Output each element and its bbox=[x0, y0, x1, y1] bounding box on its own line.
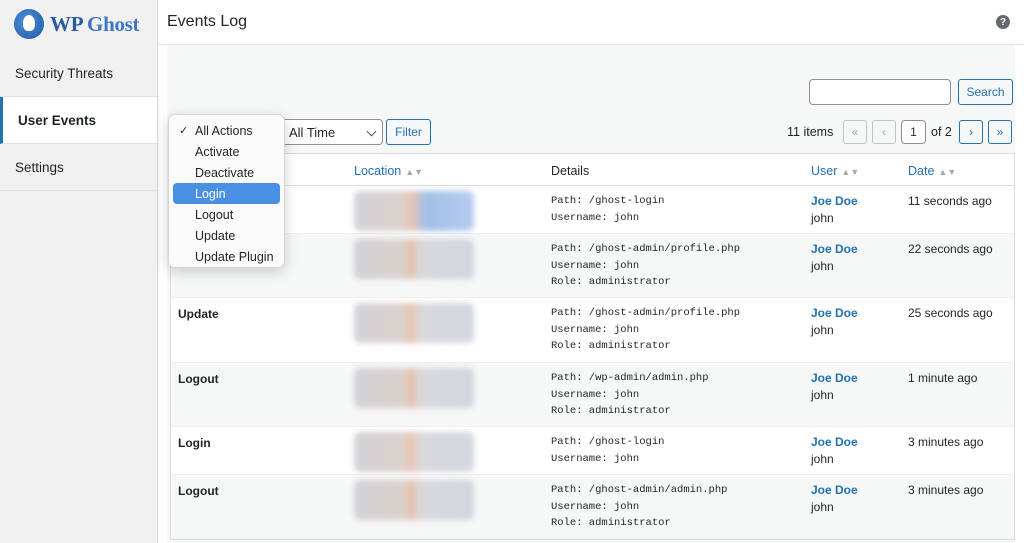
sidebar-item-settings[interactable]: Settings bbox=[0, 144, 157, 191]
sidebar-item-security-threats[interactable]: Security Threats bbox=[0, 50, 157, 97]
total-pages: of 2 bbox=[931, 125, 952, 139]
user-login: john bbox=[811, 258, 834, 273]
page-header: Events Log bbox=[159, 0, 1024, 45]
first-page-button[interactable]: « bbox=[843, 120, 867, 144]
event-date: 11 seconds ago bbox=[908, 194, 992, 208]
sidebar-item-label: Security Threats bbox=[15, 65, 114, 81]
event-date: 3 minutes ago bbox=[908, 435, 984, 449]
location-map-blurred bbox=[354, 432, 474, 472]
logo[interactable]: WP Ghost bbox=[0, 0, 157, 48]
event-date: 25 seconds ago bbox=[908, 306, 993, 320]
user-link[interactable]: Joe Doe bbox=[811, 193, 858, 210]
sidebar: WP Ghost Security Threats User Events Se… bbox=[0, 0, 158, 543]
user-link[interactable]: Joe Doe bbox=[811, 482, 858, 499]
column-header-location[interactable]: Location ▲▼ bbox=[354, 164, 423, 178]
checkmark-icon: ✓ bbox=[179, 125, 189, 137]
event-details: Path: /wp-admin/admin.php Username: john… bbox=[551, 372, 709, 417]
event-action: Logout bbox=[178, 484, 219, 498]
sort-icon: ▲▼ bbox=[841, 167, 860, 177]
sidebar-item-user-events[interactable]: User Events bbox=[0, 97, 157, 144]
help-icon[interactable]: ? bbox=[996, 15, 1010, 29]
events-table: Location ▲▼ Details User ▲▼ Date ▲▼ Path: /… bbox=[170, 153, 1015, 540]
event-date: 22 seconds ago bbox=[908, 242, 993, 256]
dropdown-option-login[interactable]: Login bbox=[173, 183, 280, 204]
event-date: 1 minute ago bbox=[908, 371, 978, 385]
ghost-logo-icon bbox=[14, 9, 44, 39]
location-map-blurred bbox=[354, 480, 474, 520]
last-page-button[interactable]: » bbox=[988, 120, 1012, 144]
event-details: Path: /ghost-admin/profile.php Username:… bbox=[551, 307, 741, 352]
items-count: 11 items bbox=[787, 125, 834, 139]
dropdown-option-logout[interactable]: Logout bbox=[173, 204, 280, 225]
location-map-blurred bbox=[354, 191, 474, 231]
filter-button[interactable]: Filter bbox=[386, 119, 431, 145]
user-link[interactable]: Joe Doe bbox=[811, 370, 858, 387]
search-button[interactable]: Search bbox=[958, 79, 1013, 105]
event-user: Joe Doe john bbox=[811, 482, 858, 515]
logo-ghost: Ghost bbox=[87, 11, 140, 36]
user-link[interactable]: Joe Doe bbox=[811, 305, 858, 322]
main-panel: Events Log ? Search All Time Filter 11 i… bbox=[159, 0, 1024, 543]
table-row: Update Path: /ghost-admin/profile.php Us… bbox=[171, 298, 1014, 363]
next-page-button[interactable]: › bbox=[959, 120, 983, 144]
column-header-details: Details bbox=[551, 164, 590, 178]
sort-icon: ▲▼ bbox=[938, 167, 957, 177]
user-login: john bbox=[811, 210, 834, 225]
user-login: john bbox=[811, 322, 834, 337]
dropdown-option-activate[interactable]: Activate bbox=[173, 141, 280, 162]
event-action: Update bbox=[178, 307, 219, 321]
column-header-date[interactable]: Date ▲▼ bbox=[908, 164, 956, 178]
sort-icon: ▲▼ bbox=[405, 167, 424, 177]
events-content: Search All Time Filter 11 items « ‹ 1 of… bbox=[167, 45, 1015, 543]
event-user: Joe Doe john bbox=[811, 241, 858, 274]
location-map-blurred bbox=[354, 303, 474, 343]
event-details: Path: /ghost-admin/admin.php Username: j… bbox=[551, 484, 728, 529]
user-login: john bbox=[811, 499, 834, 514]
action-filter-dropdown: ✓ All Actions Activate Deactivate Login … bbox=[168, 114, 285, 268]
event-user: Joe Doe john bbox=[811, 193, 858, 226]
event-details: Path: /ghost-login Username: john bbox=[551, 195, 665, 224]
user-link[interactable]: Joe Doe bbox=[811, 434, 858, 451]
table-row: Path: /ghost-login Username: john Joe Do… bbox=[171, 186, 1014, 234]
dropdown-option-update-plugin[interactable]: Update Plugin bbox=[173, 246, 280, 267]
time-filter-value: All Time bbox=[289, 124, 336, 140]
table-row: Logout Path: /ghost-admin/admin.php User… bbox=[171, 475, 1014, 539]
dropdown-option-update[interactable]: Update bbox=[173, 225, 280, 246]
user-login: john bbox=[811, 451, 834, 466]
event-user: Joe Doe john bbox=[811, 305, 858, 338]
location-map-blurred bbox=[354, 239, 474, 279]
location-map-blurred bbox=[354, 368, 474, 408]
event-user: Joe Doe john bbox=[811, 370, 858, 403]
event-user: Joe Doe john bbox=[811, 434, 858, 467]
chevron-down-icon bbox=[366, 126, 377, 137]
search-input[interactable] bbox=[809, 79, 951, 105]
page-title: Events Log bbox=[167, 13, 248, 30]
table-row: Login Path: /ghost-login Username: john … bbox=[171, 427, 1014, 475]
event-action: Logout bbox=[178, 372, 219, 386]
event-details: Path: /ghost-admin/profile.php Username:… bbox=[551, 243, 741, 288]
current-page-input[interactable]: 1 bbox=[901, 120, 926, 144]
column-header-user[interactable]: User ▲▼ bbox=[811, 164, 859, 178]
user-login: john bbox=[811, 387, 834, 402]
event-details: Path: /ghost-login Username: john bbox=[551, 436, 665, 465]
logo-text: WP Ghost bbox=[50, 11, 140, 37]
prev-page-button[interactable]: ‹ bbox=[872, 120, 896, 144]
dropdown-option-deactivate[interactable]: Deactivate bbox=[173, 162, 280, 183]
time-filter-select[interactable]: All Time bbox=[280, 119, 383, 145]
event-date: 3 minutes ago bbox=[908, 483, 984, 497]
user-link[interactable]: Joe Doe bbox=[811, 241, 858, 258]
sidebar-item-label: User Events bbox=[18, 112, 97, 128]
dropdown-option-all-actions[interactable]: ✓ All Actions bbox=[173, 120, 280, 141]
sidebar-item-label: Settings bbox=[15, 159, 64, 175]
table-row: Logout Path: /wp-admin/admin.php Usernam… bbox=[171, 363, 1014, 427]
table-row: Path: /ghost-admin/profile.php Username:… bbox=[171, 234, 1014, 298]
logo-wp: WP bbox=[50, 11, 83, 36]
table-header: Location ▲▼ Details User ▲▼ Date ▲▼ bbox=[171, 154, 1014, 186]
event-action: Login bbox=[178, 436, 211, 450]
